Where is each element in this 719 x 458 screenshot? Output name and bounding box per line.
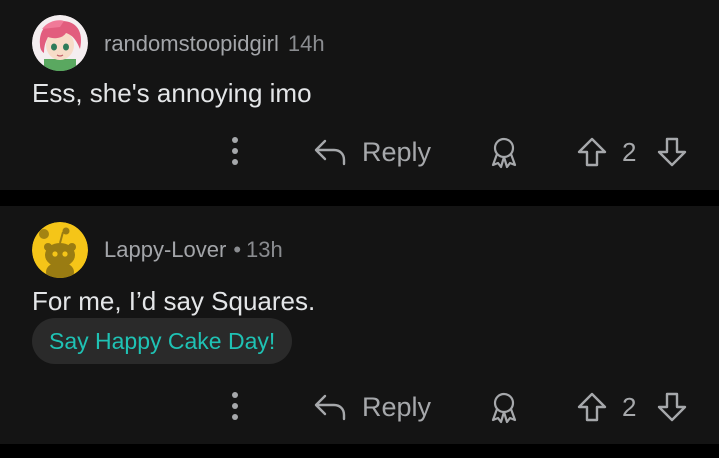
more-options-button[interactable] — [222, 132, 248, 172]
award-icon — [491, 392, 517, 424]
upvote-button[interactable] — [575, 390, 609, 424]
timestamp: 13h — [246, 237, 283, 262]
comment-meta: Lappy-Lover • 13h — [104, 237, 283, 263]
happy-cake-day-button[interactable]: Say Happy Cake Day! — [32, 318, 293, 364]
comment-body: Ess, she's annoying imo — [32, 78, 312, 108]
meta-separator: • — [233, 237, 242, 262]
reply-icon — [314, 139, 346, 166]
comment-meta: randomstoopidgirl 14h — [104, 31, 325, 57]
vote-score: 2 — [622, 137, 637, 167]
upvote-button[interactable] — [575, 135, 609, 169]
award-button[interactable] — [486, 134, 522, 170]
username[interactable]: randomstoopidgirl — [104, 31, 279, 56]
reply-label: Reply — [362, 136, 432, 167]
reply-icon — [314, 394, 346, 421]
snoo-avatar-icon — [32, 222, 88, 278]
downvote-button[interactable] — [655, 135, 689, 169]
reply-button[interactable]: Reply — [312, 132, 431, 172]
comment-body: For me, I’d say Squares. — [32, 286, 316, 316]
comment-actions: Reply 2 — [0, 387, 719, 427]
downvote-icon — [657, 392, 687, 422]
comment: Lappy-Lover • 13h For me, I’d say Squares.… — [0, 206, 719, 444]
downvote-button[interactable] — [655, 390, 689, 424]
upvote-icon — [577, 392, 607, 422]
avatar[interactable] — [32, 222, 88, 278]
downvote-icon — [657, 137, 687, 167]
award-button[interactable] — [486, 389, 522, 425]
more-options-button[interactable] — [222, 387, 248, 427]
comment-actions: Reply 2 — [0, 132, 719, 172]
avatar[interactable] — [32, 15, 88, 71]
anime-girl-avatar-icon — [32, 15, 88, 71]
upvote-icon — [577, 137, 607, 167]
reply-button[interactable]: Reply — [312, 387, 431, 427]
more-options-icon — [232, 392, 238, 420]
username[interactable]: Lappy-Lover — [104, 237, 226, 262]
more-options-icon — [232, 137, 238, 165]
timestamp: 14h — [287, 31, 325, 56]
comment: randomstoopidgirl 14h Ess, she's annoying… — [0, 0, 719, 190]
vote-score: 2 — [622, 392, 637, 422]
reply-label: Reply — [362, 391, 432, 422]
award-icon — [491, 137, 517, 169]
